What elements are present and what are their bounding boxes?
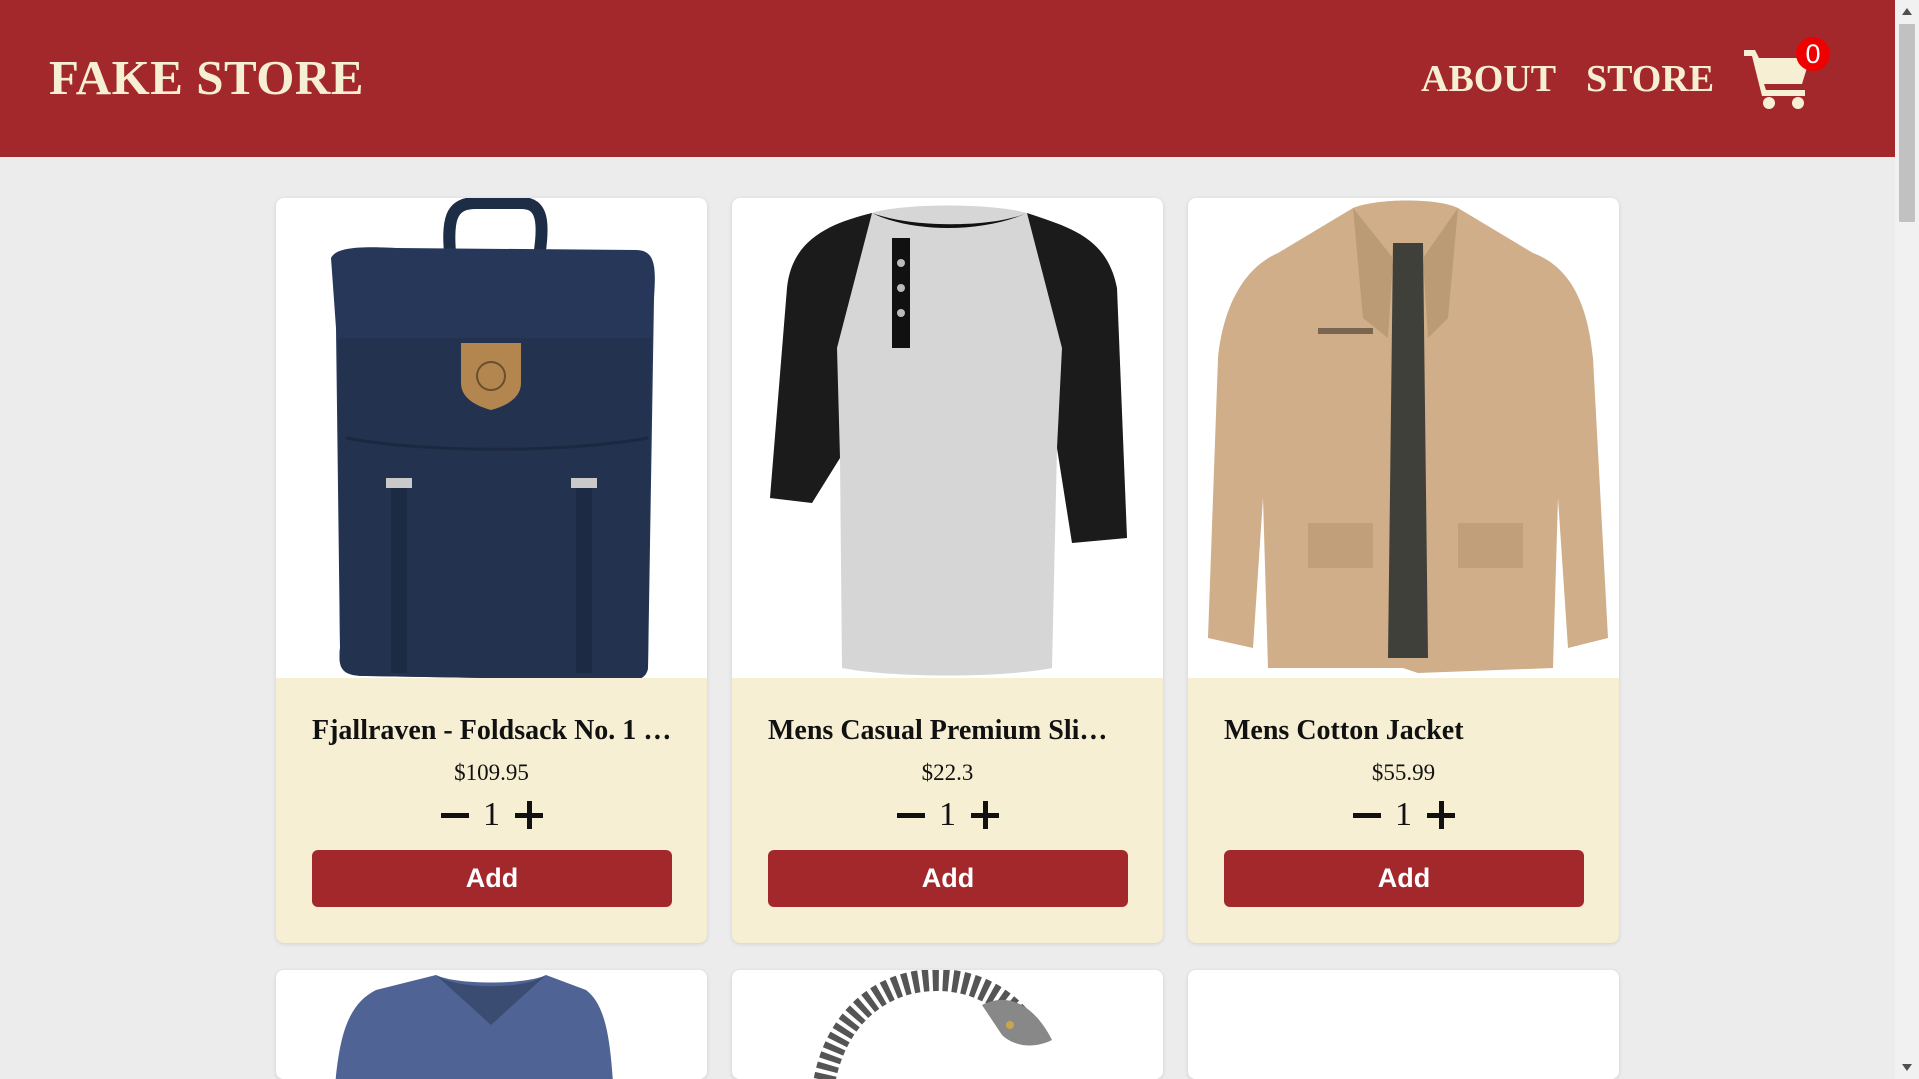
minus-icon <box>1352 813 1381 818</box>
nav-store-link[interactable]: STORE <box>1586 57 1714 101</box>
decrement-button[interactable] <box>895 799 927 831</box>
increment-button[interactable] <box>513 799 545 831</box>
minus-icon <box>440 813 469 818</box>
decrement-button[interactable] <box>1351 799 1383 831</box>
scroll-thumb[interactable] <box>1899 24 1915 222</box>
backpack-image <box>331 198 655 678</box>
quantity-stepper: 1 <box>732 796 1163 840</box>
dragon-bracelet-image <box>813 970 1052 1079</box>
product-price: $55.99 <box>1371 760 1436 785</box>
scroll-down-arrow-icon[interactable] <box>1902 1064 1912 1071</box>
product-card <box>732 970 1163 1079</box>
product-title: Fjallraven - Foldsack No. 1 Backpack <box>312 715 672 746</box>
page-scrollbar[interactable] <box>1895 0 1919 1079</box>
quantity-value: 1 <box>483 796 500 833</box>
product-price: $109.95 <box>454 760 529 785</box>
product-image[interactable] <box>276 970 707 1079</box>
minus-icon <box>896 813 925 818</box>
cotton-jacket-image <box>1208 200 1608 673</box>
product-image[interactable] <box>732 198 1163 678</box>
product-card: Mens Casual Premium Slim Fit T-Shirts $2… <box>732 198 1163 943</box>
product-card <box>1188 970 1619 1079</box>
product-image[interactable] <box>1188 198 1619 678</box>
product-card: Mens Cotton Jacket $55.99 1 Add <box>1188 198 1619 943</box>
scroll-up-arrow-icon[interactable] <box>1902 8 1912 15</box>
product-image[interactable] <box>276 198 707 678</box>
increment-button[interactable] <box>969 799 1001 831</box>
add-to-cart-button[interactable]: Add <box>1224 850 1584 907</box>
product-image[interactable] <box>1188 970 1619 1079</box>
add-to-cart-button[interactable]: Add <box>768 850 1128 907</box>
product-card <box>276 970 707 1079</box>
quantity-stepper: 1 <box>1188 796 1619 840</box>
product-image[interactable] <box>732 970 1163 1079</box>
raglan-shirt-image <box>770 205 1127 676</box>
increment-button[interactable] <box>1425 799 1457 831</box>
quantity-stepper: 1 <box>276 796 707 840</box>
brand-logo[interactable]: FAKE STORE <box>49 49 364 106</box>
decrement-button[interactable] <box>439 799 471 831</box>
product-card: Fjallraven - Foldsack No. 1 Backpack $10… <box>276 198 707 943</box>
nav-about-link[interactable]: ABOUT <box>1421 57 1556 101</box>
product-title: Mens Casual Premium Slim Fit T-Shirts <box>768 715 1128 746</box>
product-price: $22.3 <box>921 760 974 785</box>
blue-tshirt-image <box>335 975 613 1079</box>
cart-count-badge: 0 <box>1796 37 1830 71</box>
quantity-value: 1 <box>939 796 956 833</box>
add-to-cart-button[interactable]: Add <box>312 850 672 907</box>
quantity-value: 1 <box>1395 796 1412 833</box>
site-header: FAKE STORE ABOUT STORE 0 <box>0 0 1895 157</box>
product-title: Mens Cotton Jacket <box>1224 715 1464 746</box>
